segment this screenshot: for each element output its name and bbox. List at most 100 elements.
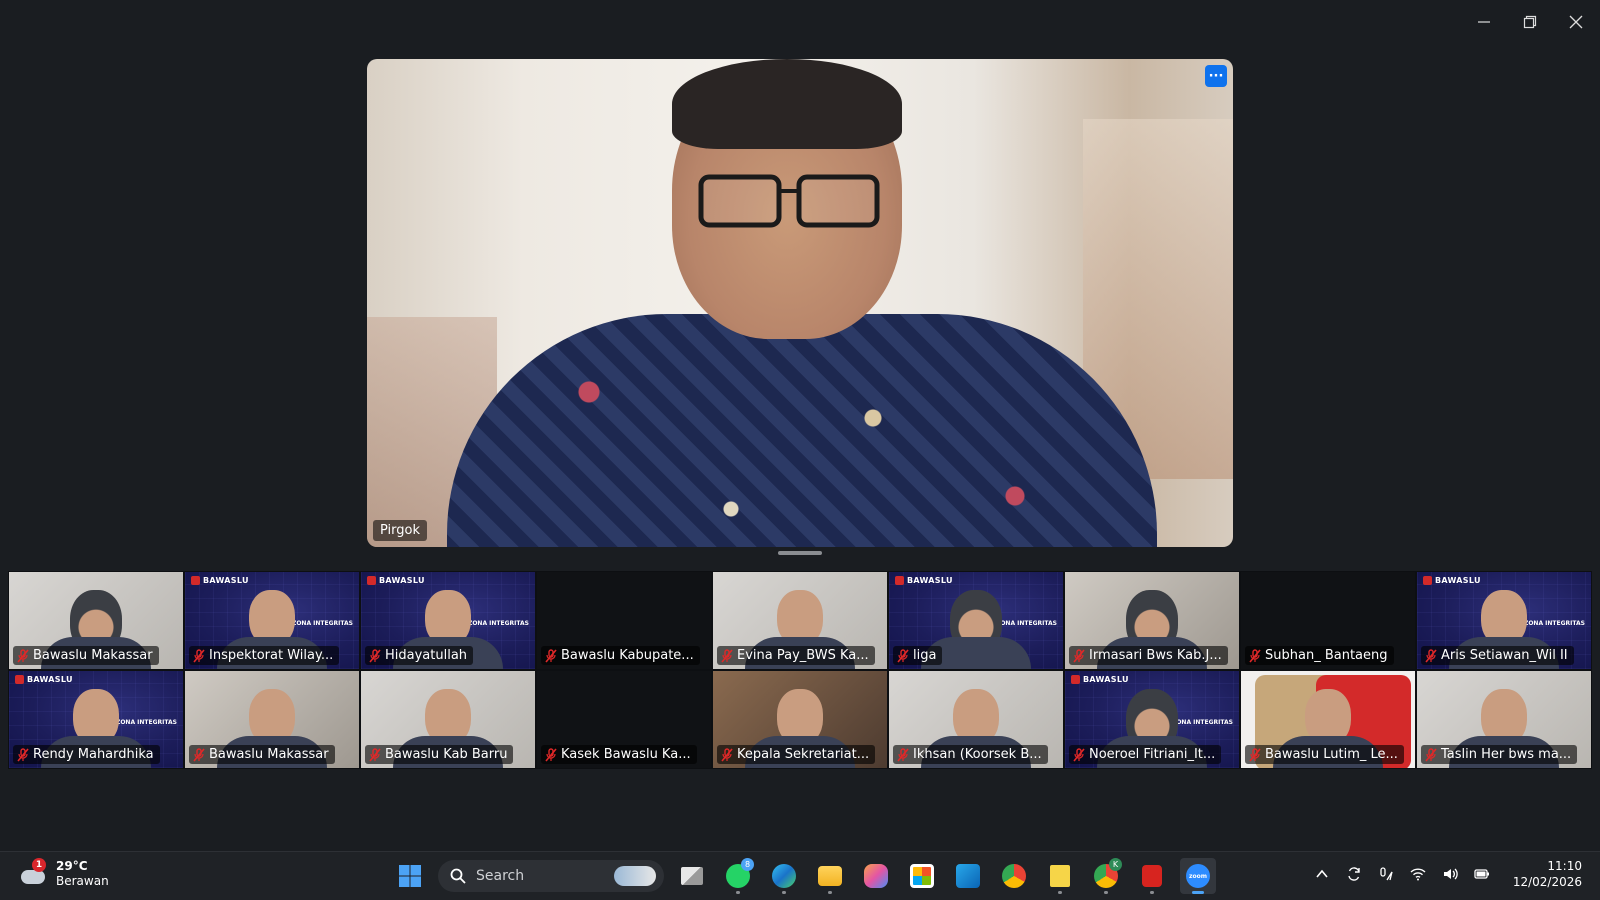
battery-button[interactable] <box>1473 865 1491 883</box>
more-options-button[interactable]: ··· <box>1205 65 1227 87</box>
participant-name-label: Hidayatullah <box>365 646 474 665</box>
taskbar-search[interactable]: Search <box>438 860 664 892</box>
chrome-icon <box>1002 864 1026 888</box>
participant-tile[interactable]: Ikhsan (Koorsek B... <box>888 670 1064 769</box>
mic-muted-icon <box>1425 747 1437 762</box>
participant-tile[interactable]: Bawaslu Makassar <box>8 571 184 670</box>
participant-name-label: Evina Pay_BWS Ka... <box>717 646 875 665</box>
sticky-notes-icon <box>1050 865 1070 887</box>
mic-muted-icon <box>1073 747 1085 762</box>
participant-tile[interactable]: Bawaslu Lutim_ Le... <box>1240 670 1416 769</box>
search-placeholder: Search <box>476 868 525 884</box>
mic-muted-icon <box>369 747 381 762</box>
chrome-profile-badge: K <box>1109 858 1122 871</box>
mic-location-button[interactable] <box>1377 865 1395 883</box>
show-hidden-icons-button[interactable] <box>1313 865 1331 883</box>
participant-name-label: Bawaslu Kabupate... <box>541 646 700 665</box>
participant-name-label: Bawaslu Lutim_ Le... <box>1245 745 1404 764</box>
participant-tile[interactable]: Subhan_ Bantaeng <box>1240 571 1416 670</box>
copilot-icon <box>864 864 888 888</box>
participant-name-label: liga <box>893 646 943 665</box>
close-button[interactable] <box>1562 8 1590 36</box>
zona-integritas-label: ZONA INTEGRITAS <box>467 620 529 627</box>
participant-tile[interactable]: Bawaslu Kabupate... <box>536 571 712 670</box>
mic-muted-icon <box>721 648 733 663</box>
whatsapp-app[interactable]: 8 <box>720 858 756 894</box>
start-button[interactable] <box>392 858 428 894</box>
participant-tile[interactable]: Bawaslu Kab Barru <box>360 670 536 769</box>
minimize-button[interactable] <box>1470 8 1498 36</box>
search-highlight-image <box>614 866 656 886</box>
mic-muted-icon <box>545 747 557 762</box>
whatsapp-badge: 8 <box>741 858 754 871</box>
edge-app[interactable] <box>766 858 802 894</box>
participant-name-label: Taslin Her bws ma... <box>1421 745 1578 764</box>
file-explorer-app[interactable] <box>812 858 848 894</box>
volume-button[interactable] <box>1441 865 1459 883</box>
mic-muted-icon <box>1249 648 1261 663</box>
restore-button[interactable] <box>1516 8 1544 36</box>
notification-badge: 1 <box>32 858 46 872</box>
participant-tile[interactable]: BAWASLU ZONA INTEGRITAS Inspektorat Wilay.… <box>184 571 360 670</box>
copilot-app[interactable] <box>858 858 894 894</box>
participant-tile[interactable]: BAWASLU ZONA INTEGRITAS Rendy Mahardhika <box>8 670 184 769</box>
mic-muted-icon <box>1249 747 1261 762</box>
zona-integritas-label: ZONA INTEGRITAS <box>291 620 353 627</box>
wifi-icon <box>1410 868 1426 881</box>
participant-name-label: Ikhsan (Koorsek B... <box>893 745 1048 764</box>
participant-tile[interactable]: Taslin Her bws ma... <box>1416 670 1592 769</box>
task-view-button[interactable] <box>674 858 710 894</box>
zoom-icon: zoom <box>1186 864 1210 888</box>
sticky-notes-app[interactable] <box>1042 858 1078 894</box>
mic-muted-icon <box>1073 648 1085 663</box>
wifi-button[interactable] <box>1409 865 1427 883</box>
clock-date: 12/02/2026 <box>1512 875 1582 889</box>
search-icon <box>450 868 466 884</box>
resize-handle[interactable] <box>778 551 822 555</box>
mic-muted-icon <box>193 747 205 762</box>
chrome-profile-app[interactable]: K <box>1088 858 1124 894</box>
participant-name-label: Kepala Sekretariat... <box>717 745 876 764</box>
mic-muted-icon <box>545 648 557 663</box>
participant-tile[interactable]: Irmasari Bws Kab.J... <box>1064 571 1240 670</box>
weather-temperature: 29°C <box>56 859 88 873</box>
store-icon <box>910 864 934 888</box>
mic-muted-icon <box>369 648 381 663</box>
speaker-glasses <box>698 174 880 228</box>
participant-name-label: Bawaslu Makassar <box>13 646 159 665</box>
system-clock[interactable]: 11:10 12/02/2026 <box>1513 858 1582 890</box>
edge-icon <box>772 864 796 888</box>
participant-tile[interactable]: Kepala Sekretariat... <box>712 670 888 769</box>
chrome-app[interactable] <box>996 858 1032 894</box>
participant-tile[interactable]: BAWASLU ZONA INTEGRITAS Noeroel Fitriani_I… <box>1064 670 1240 769</box>
windows-taskbar: 1 29°C Berawan Search 8 K zoom 11:10 12/… <box>0 851 1600 900</box>
speaker-hair <box>672 59 902 149</box>
participant-tile[interactable]: Bawaslu Makassar <box>184 670 360 769</box>
speaker-shirt <box>447 314 1157 547</box>
participant-tile[interactable]: BAWASLU ZONA INTEGRITAS liga <box>888 571 1064 670</box>
close-icon <box>1569 15 1583 29</box>
clock-time: 11:10 <box>1547 859 1582 873</box>
battery-icon <box>1474 869 1489 879</box>
outlook-app[interactable] <box>950 858 986 894</box>
participant-tile[interactable]: BAWASLU ZONA INTEGRITAS Hidayatullah <box>360 571 536 670</box>
sync-button[interactable] <box>1345 865 1363 883</box>
store-app[interactable] <box>904 858 940 894</box>
participant-name-label: Bawaslu Kab Barru <box>365 745 514 764</box>
participant-tile[interactable]: BAWASLU ZONA INTEGRITAS Aris Setiawan_Wil … <box>1416 571 1592 670</box>
acrobat-app[interactable] <box>1134 858 1170 894</box>
participant-name-label: Bawaslu Makassar <box>189 745 335 764</box>
zoom-app[interactable]: zoom <box>1180 858 1216 894</box>
weather-widget[interactable]: 1 29°C Berawan <box>18 858 109 889</box>
sync-icon <box>1348 867 1360 881</box>
speaker-icon <box>1443 868 1458 880</box>
bawaslu-logo: BAWASLU <box>1423 576 1481 585</box>
participant-name-label: Irmasari Bws Kab.J... <box>1069 646 1228 665</box>
participant-name-label: Kasek Bawaslu Ka... <box>541 745 697 764</box>
participant-tile[interactable]: Evina Pay_BWS Ka... <box>712 571 888 670</box>
participant-tile[interactable]: Kasek Bawaslu Ka... <box>536 670 712 769</box>
bawaslu-logo: BAWASLU <box>895 576 953 585</box>
microphone-icon <box>1380 867 1393 881</box>
active-speaker-video[interactable]: ··· Pirgok <box>367 59 1233 547</box>
task-view-icon <box>681 867 703 885</box>
